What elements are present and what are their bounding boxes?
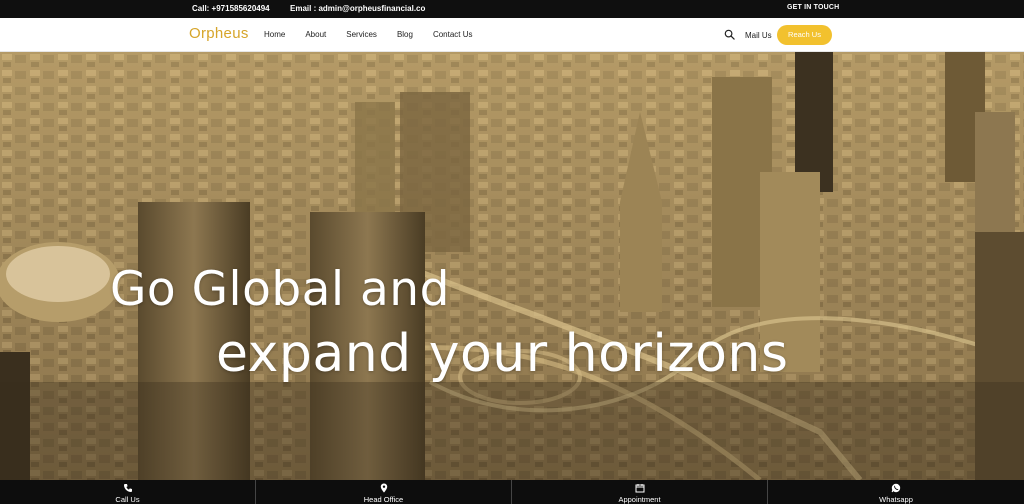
nav-services[interactable]: Services	[346, 30, 377, 39]
hero-headline-line2: expand your horizons	[216, 324, 789, 384]
nav-blog[interactable]: Blog	[397, 30, 413, 39]
search-icon[interactable]	[724, 29, 735, 40]
nav-contact-us[interactable]: Contact Us	[433, 30, 473, 39]
hero-headline-line1: Go Global and	[110, 262, 450, 317]
get-in-touch-link[interactable]: GET IN TOUCH	[787, 4, 839, 11]
call-us-button[interactable]: Call Us	[0, 480, 256, 504]
email-address[interactable]: Email : admin@orpheusfinancial.co	[290, 4, 425, 13]
head-office-button[interactable]: Head Office	[256, 480, 512, 504]
phone-number[interactable]: Call: +971585620494	[192, 4, 270, 13]
location-pin-icon	[380, 483, 387, 493]
bottom-action-bar: Call Us Head Office Appointment Whatsapp	[0, 480, 1024, 504]
mail-us-link[interactable]: Mail Us	[745, 31, 772, 40]
appointment-label: Appointment	[618, 495, 661, 504]
nav-links: Home About Services Blog Contact Us	[264, 30, 493, 39]
calendar-icon	[635, 484, 644, 493]
nav-about[interactable]: About	[305, 30, 326, 39]
hero-banner: Go Global and expand your horizons	[0, 52, 1024, 480]
nav-home[interactable]: Home	[264, 30, 285, 39]
whatsapp-button[interactable]: Whatsapp	[768, 480, 1024, 504]
call-us-label: Call Us	[115, 495, 140, 504]
reach-us-button[interactable]: Reach Us	[777, 25, 832, 45]
whatsapp-label: Whatsapp	[879, 495, 913, 504]
appointment-button[interactable]: Appointment	[512, 480, 768, 504]
head-office-label: Head Office	[363, 495, 404, 504]
main-navbar: Orpheus Home About Services Blog Contact…	[0, 18, 1024, 52]
whatsapp-icon	[891, 483, 901, 493]
top-contact-bar: Call: +971585620494 Email : admin@orpheu…	[0, 0, 1024, 18]
logo[interactable]: Orpheus	[189, 25, 249, 42]
phone-icon	[123, 484, 132, 492]
